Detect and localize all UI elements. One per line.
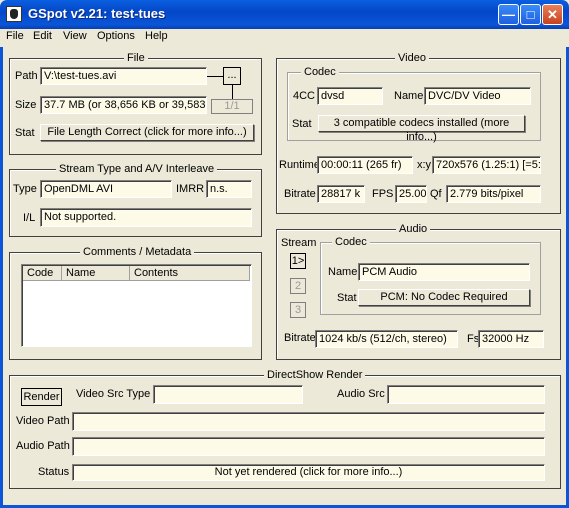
qf-label: Qf [430, 188, 442, 200]
column-header-code[interactable]: Code [23, 266, 62, 281]
browse-connector [232, 85, 233, 99]
render-button[interactable]: Render [21, 388, 62, 406]
stream-label: Stream [281, 237, 317, 249]
status-label: Status [38, 466, 70, 478]
type-label: Type [13, 183, 37, 195]
audio-group-label: Audio [396, 223, 431, 235]
size-field[interactable]: 37.7 MB (or 38,656 KB or 39,583, [40, 96, 207, 114]
menu-options[interactable]: Options [97, 30, 135, 42]
video-src-type-label: Video Src Type [76, 388, 151, 400]
gspot-app-icon[interactable] [6, 6, 22, 22]
maximize-button[interactable]: □ [520, 4, 541, 25]
fs-field[interactable]: 32000 Hz [478, 330, 544, 348]
close-button[interactable]: ✕ [542, 4, 563, 25]
menu-edit[interactable]: Edit [33, 30, 52, 42]
video-bitrate-field[interactable]: 28817 k [317, 185, 365, 203]
imrr-label: IMRR [176, 183, 205, 195]
size-label: Size [15, 99, 37, 111]
video-stat-button[interactable]: 3 compatible codecs installed (more info… [318, 115, 525, 143]
audio-path-field[interactable] [72, 437, 545, 456]
audio-stream-2-button[interactable]: 2 [290, 278, 306, 294]
video-path-label: Video Path [16, 415, 70, 427]
interleave-field[interactable]: Not supported. [40, 208, 252, 227]
video-stat-label: Stat [292, 118, 312, 130]
audio-stat-label: Stat [337, 292, 357, 304]
audio-stream-3-button[interactable]: 3 [290, 302, 306, 318]
audio-name-label: Name [328, 266, 358, 278]
audio-bitrate-label: Bitrate [284, 332, 316, 344]
comments-group-label: Comments / Metadata [80, 246, 195, 258]
imrr-field[interactable]: n.s. [206, 180, 252, 198]
xy-field[interactable]: 720x576 (1.25:1) [=5: [432, 156, 541, 174]
video-src-type-field[interactable] [153, 385, 303, 404]
audio-codec-label: Codec [332, 236, 370, 248]
audio-name-field[interactable]: PCM Audio [358, 263, 530, 281]
file-stat-button[interactable]: File Length Correct (click for more info… [40, 124, 254, 141]
minimize-button[interactable]: — [498, 4, 519, 25]
render-status-field[interactable]: Not yet rendered (click for more info...… [72, 464, 545, 481]
video-codec-label: Codec [301, 66, 339, 78]
path-label: Path [15, 70, 38, 82]
runtime-label: Runtime [279, 159, 320, 171]
minimize-icon: — [502, 7, 515, 22]
menu-view[interactable]: View [63, 30, 87, 42]
qf-field[interactable]: 2.779 bits/pixel [446, 185, 541, 203]
close-icon: ✕ [547, 7, 558, 22]
video-name-label: Name [394, 90, 424, 102]
audio-src-field[interactable] [387, 385, 545, 404]
runtime-field[interactable]: 00:00:11 (265 fr) [317, 156, 413, 174]
menu-file[interactable]: File [6, 30, 24, 42]
video-name-field[interactable]: DVC/DV Video [424, 87, 531, 105]
path-field[interactable]: V:\test-tues.avi [40, 67, 207, 85]
column-header-contents[interactable]: Contents [130, 266, 250, 281]
page-indicator: 1/1 [211, 99, 253, 114]
audio-path-label: Audio Path [16, 440, 70, 452]
window-title: GSpot v2.21: test-tues [28, 6, 166, 21]
interleave-label: I/L [23, 212, 36, 224]
fourcc-label: 4CC [293, 90, 316, 102]
stream-type-group-label: Stream Type and A/V Interleave [56, 163, 218, 175]
fps-field[interactable]: 25.00 [395, 185, 427, 203]
audio-src-label: Audio Src [337, 388, 385, 400]
fps-label: FPS [372, 188, 394, 200]
audio-stream-1-button[interactable]: 1> [290, 253, 306, 269]
file-stat-label: Stat [15, 127, 35, 139]
path-connector [207, 76, 223, 77]
video-bitrate-label: Bitrate [284, 188, 316, 200]
type-field[interactable]: OpenDML AVI [40, 180, 172, 198]
video-path-field[interactable] [72, 412, 545, 431]
file-group-label: File [124, 52, 148, 64]
browse-button[interactable]: ... [223, 67, 241, 85]
column-header-name[interactable]: Name [62, 266, 130, 281]
audio-bitrate-field[interactable]: 1024 kb/s (512/ch, stereo) [315, 330, 458, 348]
menu-help[interactable]: Help [145, 30, 168, 42]
audio-stat-button[interactable]: PCM: No Codec Required [358, 289, 530, 306]
xy-label: x:y [417, 159, 432, 171]
directshow-group-label: DirectShow Render [264, 369, 366, 381]
video-group-label: Video [395, 52, 429, 64]
fourcc-field[interactable]: dvsd [317, 87, 383, 105]
maximize-icon: □ [526, 7, 535, 22]
